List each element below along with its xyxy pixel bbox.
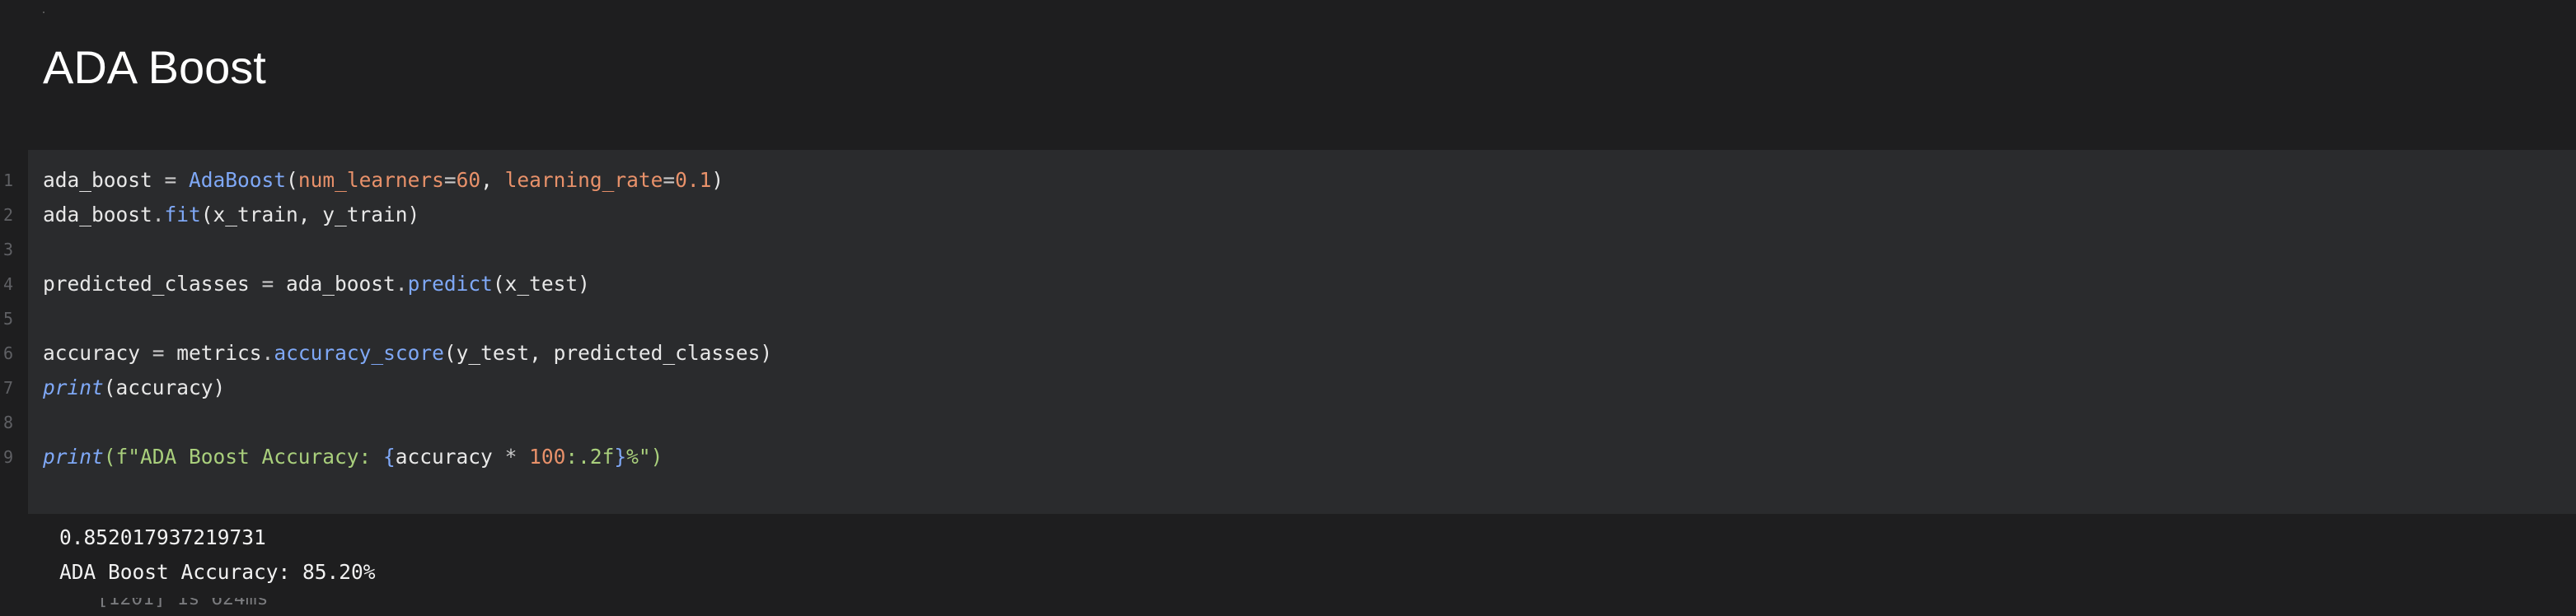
code-token: (x_test) (492, 272, 590, 296)
line-number: 3 (2, 240, 14, 259)
markdown-cell[interactable]: ADA Boost (0, 0, 2576, 150)
code-token: = (261, 272, 287, 296)
code-token: { (383, 445, 396, 469)
line-number: 5 (2, 309, 14, 329)
code-token: = (152, 341, 177, 365)
code-token: predict (407, 272, 493, 296)
code-token: %") (626, 445, 663, 469)
code-token: ( (286, 168, 298, 192)
code-token: (accuracy) (103, 376, 226, 399)
code-token: = (663, 168, 676, 192)
code-token: AdaBoost (189, 168, 287, 192)
code-token: accuracy (43, 341, 152, 365)
output-line: 0.852017937219731 (59, 525, 266, 549)
code-token: , (480, 168, 505, 192)
code-token: (y_test, predicted_classes) (443, 341, 773, 365)
line-number: 8 (2, 413, 14, 432)
code-token: print (43, 445, 104, 469)
code-token: = (164, 168, 190, 192)
code-token: . (395, 272, 408, 296)
code-token: predicted_classes (43, 272, 262, 296)
code-editor[interactable]: ada_boost = AdaBoost(num_learners=60, le… (43, 163, 772, 474)
code-token: metrics (176, 341, 262, 365)
code-token: fit (164, 203, 201, 226)
code-line: print(accuracy) (43, 371, 772, 405)
code-token: accuracy_score (274, 341, 444, 365)
line-number: 6 (2, 343, 14, 363)
code-token: * (504, 445, 530, 469)
code-token: ) (711, 168, 724, 192)
code-token: 0.1 (675, 168, 712, 192)
code-token: learning_rate (504, 168, 663, 192)
code-token: :.2f (565, 445, 615, 469)
output-line: ADA Boost Accuracy: 85.20% (59, 560, 376, 584)
line-number: 2 (2, 205, 14, 225)
line-number: 4 (2, 274, 14, 294)
code-token: 100 (529, 445, 566, 469)
code-token: ada_boost (43, 203, 152, 226)
code-token: print (43, 376, 104, 399)
line-number: 7 (2, 378, 14, 398)
code-line: ada_boost = AdaBoost(num_learners=60, le… (43, 163, 772, 198)
code-token: (x_train, y_train) (200, 203, 420, 226)
line-number: 1 (2, 170, 14, 190)
code-token: ada_boost (286, 272, 396, 296)
code-token: . (261, 341, 274, 365)
line-number: 9 (2, 447, 14, 467)
code-token: 60 (456, 168, 481, 192)
markdown-heading: ADA Boost (43, 41, 266, 93)
code-token: (f"ADA Boost Accuracy: (103, 445, 384, 469)
code-line: predicted_classes = ada_boost.predict(x_… (43, 267, 772, 301)
code-line: print(f"ADA Boost Accuracy: {accuracy * … (43, 440, 772, 474)
cell-output: 0.852017937219731 ADA Boost Accuracy: 85… (0, 514, 2576, 598)
code-token: } (614, 445, 627, 469)
code-token: ada_boost (43, 168, 165, 192)
code-token: accuracy (395, 445, 505, 469)
code-line: ada_boost.fit(x_train, y_train) (43, 198, 772, 232)
code-line: accuracy = metrics.accuracy_score(y_test… (43, 336, 772, 371)
code-token: = (443, 168, 457, 192)
code-token: . (152, 203, 165, 226)
code-token: num_learners (297, 168, 444, 192)
